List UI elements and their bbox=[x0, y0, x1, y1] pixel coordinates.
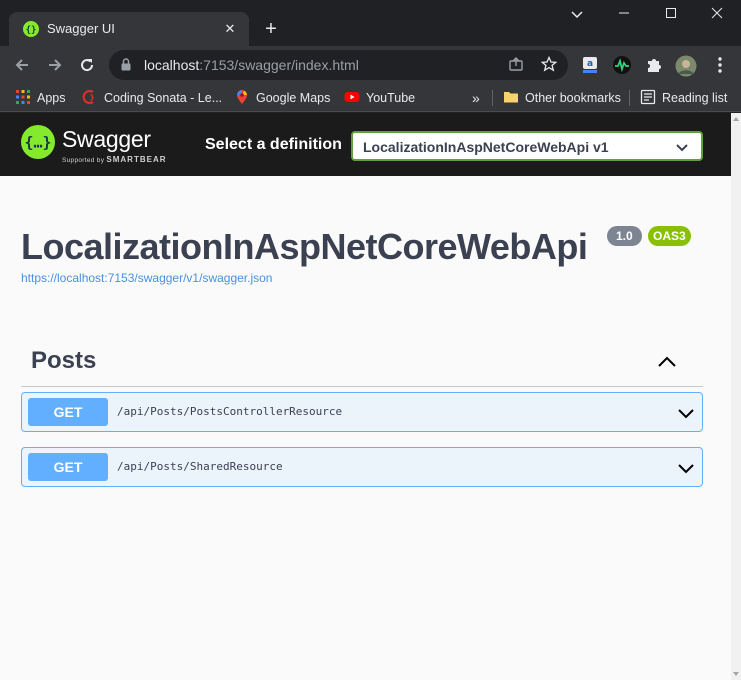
chevron-down-icon[interactable] bbox=[676, 403, 696, 423]
bookmarks-divider bbox=[629, 90, 630, 106]
minimize-icon[interactable] bbox=[613, 4, 635, 26]
lock-icon[interactable] bbox=[121, 58, 131, 71]
folder-icon bbox=[504, 92, 518, 103]
svg-text:a: a bbox=[587, 59, 593, 69]
operation-path: /api/Posts/PostsControllerResource bbox=[117, 405, 343, 418]
bookmarks-divider bbox=[492, 90, 493, 106]
operation-get-shared-resource[interactable]: GET /api/Posts/SharedResource bbox=[21, 447, 703, 487]
supported-by-label: Supported by bbox=[62, 157, 105, 164]
reload-icon[interactable] bbox=[75, 53, 99, 77]
browser-menu-icon[interactable] bbox=[710, 55, 730, 75]
bookmarks-bar: Apps Coding Sonata - Le... Google Maps Y… bbox=[0, 84, 741, 112]
scroll-up-arrow-icon[interactable] bbox=[733, 117, 739, 121]
vertical-scrollbar[interactable] bbox=[731, 113, 741, 680]
close-tab-icon[interactable]: ✕ bbox=[221, 20, 239, 38]
apps-grid-icon bbox=[16, 90, 30, 104]
scroll-down-arrow-icon[interactable] bbox=[733, 672, 739, 676]
operation-path: /api/Posts/SharedResource bbox=[117, 460, 283, 473]
forward-arrow-icon[interactable] bbox=[43, 53, 67, 77]
bookmark-label: Apps bbox=[37, 91, 66, 105]
bookmark-label: YouTube bbox=[366, 91, 416, 105]
tab-strip: {} Swagger UI ✕ + bbox=[0, 0, 741, 46]
tab-search-icon[interactable] bbox=[566, 4, 588, 26]
oas-badge: OAS3 bbox=[648, 226, 691, 246]
method-badge: GET bbox=[28, 398, 108, 426]
definition-select[interactable]: LocalizationInAspNetCoreWebApi v1 bbox=[351, 131, 703, 161]
bookmarks-overflow[interactable]: » bbox=[472, 89, 480, 107]
profile-avatar[interactable] bbox=[675, 55, 697, 77]
swagger-brand: Swagger bbox=[62, 126, 151, 152]
tab-title: Swagger UI bbox=[47, 21, 115, 36]
swagger-logo-icon[interactable]: {…} bbox=[21, 125, 55, 159]
youtube-icon bbox=[344, 92, 360, 102]
reading-list-icon bbox=[640, 89, 656, 105]
bookmark-google-maps[interactable]: Google Maps bbox=[234, 89, 330, 107]
share-icon[interactable] bbox=[507, 56, 525, 74]
chevron-up-icon[interactable] bbox=[655, 350, 679, 374]
bookmark-other-bookmarks[interactable]: Other bookmarks bbox=[503, 89, 621, 107]
extension-monitor-icon[interactable] bbox=[612, 55, 632, 75]
bookmark-coding-sonata[interactable]: Coding Sonata - Le... bbox=[82, 89, 222, 107]
supported-by-text: Supported by SMARTBEAR bbox=[62, 155, 167, 164]
bookmark-youtube[interactable]: YouTube bbox=[344, 89, 415, 107]
version-badge: 1.0 bbox=[607, 226, 642, 246]
url-path: :7153/swagger/index.html bbox=[199, 57, 359, 73]
spec-url-link[interactable]: https://localhost:7153/swagger/v1/swagge… bbox=[21, 271, 272, 285]
maximize-icon[interactable] bbox=[660, 4, 682, 26]
select-definition-label: Select a definition bbox=[205, 136, 342, 153]
extension-translate-icon[interactable]: a bbox=[580, 55, 600, 75]
bookmark-label: Coding Sonata - Le... bbox=[104, 91, 223, 105]
bookmark-star-icon[interactable] bbox=[540, 55, 558, 74]
close-window-icon[interactable] bbox=[706, 4, 728, 26]
browser-tab[interactable]: {} Swagger UI ✕ bbox=[9, 12, 249, 46]
browser-toolbar: localhost:7153/swagger/index.html a bbox=[0, 46, 741, 84]
selected-definition: LocalizationInAspNetCoreWebApi v1 bbox=[363, 139, 609, 155]
smartbear-label: SMARTBEAR bbox=[106, 155, 167, 164]
tag-section-header[interactable]: Posts bbox=[21, 338, 703, 387]
tag-title: Posts bbox=[31, 347, 97, 374]
back-arrow-icon[interactable] bbox=[10, 53, 34, 77]
url-text[interactable]: localhost:7153/swagger/index.html bbox=[144, 57, 359, 73]
page-viewport: {…} Swagger Supported by SMARTBEAR Selec… bbox=[0, 113, 731, 680]
svg-text:{}: {} bbox=[26, 26, 37, 36]
operation-get-posts-controller-resource[interactable]: GET /api/Posts/PostsControllerResource bbox=[21, 392, 703, 432]
svg-text:{…}: {…} bbox=[24, 134, 51, 152]
bookmark-label: Other bookmarks bbox=[525, 91, 621, 105]
api-title: LocalizationInAspNetCoreWebApi bbox=[21, 226, 588, 267]
chevron-down-icon[interactable] bbox=[676, 458, 696, 478]
bookmark-label: Reading list bbox=[662, 91, 728, 105]
chevron-down-icon bbox=[676, 144, 688, 152]
extensions-puzzle-icon[interactable] bbox=[644, 55, 664, 75]
address-bar[interactable]: localhost:7153/swagger/index.html bbox=[109, 50, 568, 80]
reading-list[interactable]: Reading list bbox=[640, 89, 727, 107]
url-host: localhost bbox=[144, 57, 200, 73]
new-tab-icon[interactable]: + bbox=[260, 18, 282, 40]
bookmark-label: Google Maps bbox=[256, 91, 331, 105]
swagger-favicon-icon: {} bbox=[23, 21, 39, 37]
coding-sonata-icon bbox=[82, 89, 94, 105]
google-maps-pin-icon bbox=[237, 90, 247, 104]
bookmark-apps[interactable]: Apps bbox=[15, 89, 66, 107]
swagger-topbar: {…} Swagger Supported by SMARTBEAR Selec… bbox=[0, 113, 731, 176]
method-badge: GET bbox=[28, 453, 108, 481]
